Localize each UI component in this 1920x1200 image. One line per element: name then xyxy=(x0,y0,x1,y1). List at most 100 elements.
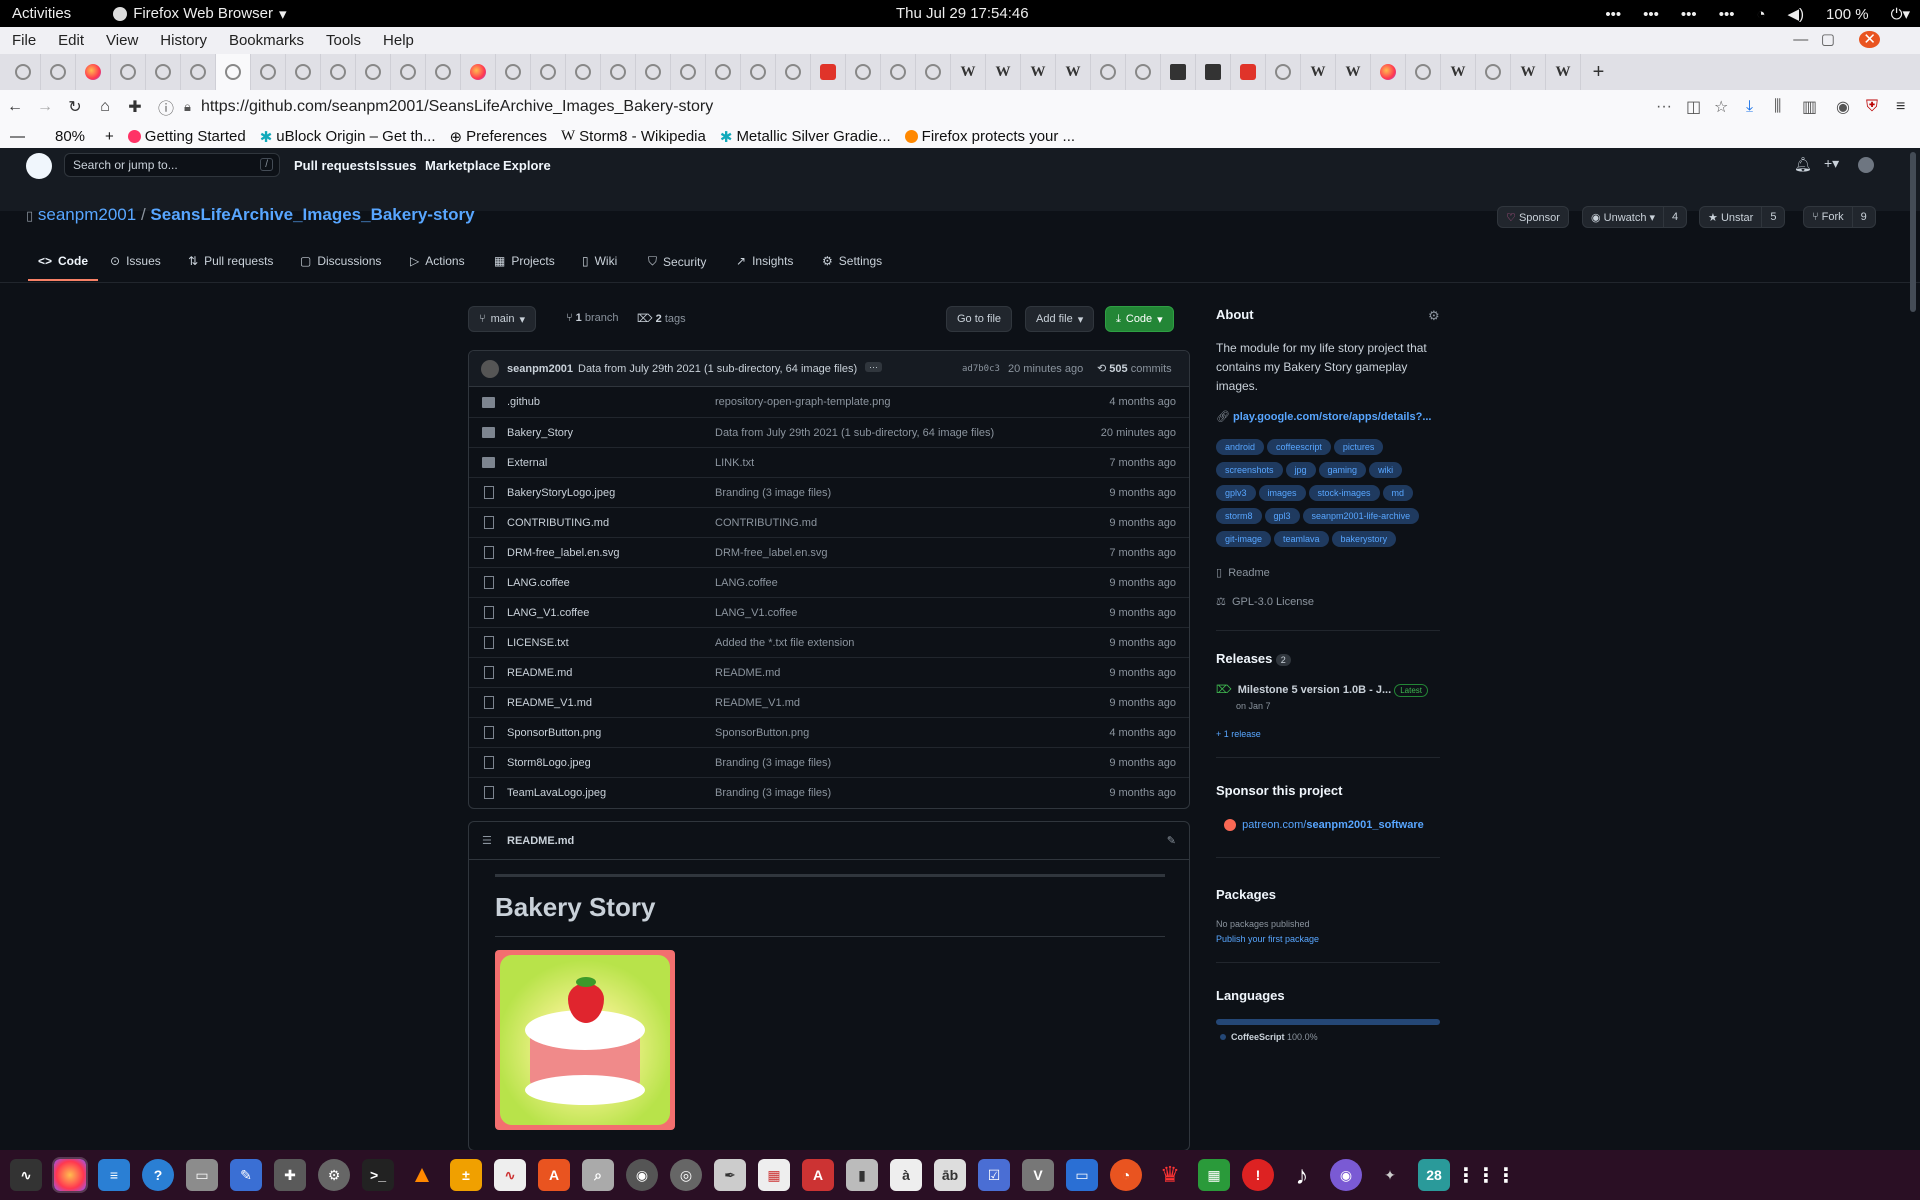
tab[interactable]: W xyxy=(1021,54,1056,90)
camera-icon[interactable]: ◉ xyxy=(1330,1159,1362,1191)
tab[interactable]: W xyxy=(1441,54,1476,90)
overflow-icon[interactable]: ••• xyxy=(1643,6,1659,23)
overflow-icon[interactable]: ••• xyxy=(1719,6,1735,23)
tab[interactable] xyxy=(1126,54,1161,90)
file-row[interactable]: DRM-free_label.en.svg DRM-free_label.en.s… xyxy=(469,537,1189,567)
menu-tools[interactable]: Tools xyxy=(326,32,361,49)
unwatch-button[interactable]: ◉ Unwatch ▾ 4 xyxy=(1582,206,1688,228)
tab-actions[interactable]: ▷ Actions xyxy=(410,254,465,268)
tab[interactable] xyxy=(391,54,426,90)
commit-expand-button[interactable]: ··· xyxy=(865,362,882,372)
file-name[interactable]: CONTRIBUTING.md xyxy=(507,517,609,529)
avatar[interactable] xyxy=(481,359,499,378)
homepage-link[interactable]: 🔗︎ play.google.com/store/apps/details?..… xyxy=(1216,410,1431,423)
tab[interactable] xyxy=(706,54,741,90)
menu-file[interactable]: File xyxy=(12,32,36,49)
firefox-icon[interactable] xyxy=(52,1157,88,1193)
tab-insights[interactable]: ↗ Insights xyxy=(736,254,793,268)
add-file-button[interactable]: Add file ▾ xyxy=(1025,306,1095,332)
spreadsheet-icon[interactable]: ▦ xyxy=(1198,1159,1230,1191)
gimp-icon[interactable]: ✦ xyxy=(1374,1159,1406,1191)
plus-icon[interactable]: +▾ xyxy=(1824,155,1839,172)
bookmark-storm8[interactable]: W Storm8 - Wikipedia xyxy=(561,128,706,145)
menu-help[interactable]: Help xyxy=(383,32,414,49)
bookmark-preferences[interactable]: ⊕ Preferences xyxy=(450,128,547,146)
fonts-icon[interactable]: āb xyxy=(934,1159,966,1191)
branches-link[interactable]: ⑂ 1 branch xyxy=(566,312,619,324)
url-text[interactable]: https://github.com/seanpm2001/SeansLifeA… xyxy=(201,98,713,116)
code-button[interactable]: ⤓ Code ▾ xyxy=(1105,306,1174,332)
tab[interactable] xyxy=(1406,54,1441,90)
tab[interactable] xyxy=(811,54,846,90)
tab[interactable] xyxy=(146,54,181,90)
repo-name[interactable]: SeansLifeArchive_Images_Bakery-story xyxy=(150,205,474,224)
tab[interactable] xyxy=(1091,54,1126,90)
tab[interactable] xyxy=(671,54,706,90)
topic-tag[interactable]: screenshots xyxy=(1216,462,1283,478)
archive-icon[interactable]: ▮ xyxy=(846,1159,878,1191)
tab[interactable]: W xyxy=(1301,54,1336,90)
window-controls[interactable]: — ▢ ✕ xyxy=(1793,30,1890,48)
file-name[interactable]: BakeryStoryLogo.jpeg xyxy=(507,487,615,499)
bookmark-metallic[interactable]: ✱ Metallic Silver Gradie... xyxy=(720,128,891,146)
activities-button[interactable]: Activities xyxy=(12,5,71,22)
topic-tag[interactable]: pictures xyxy=(1333,439,1384,455)
file-name[interactable]: LANG_V1.coffee xyxy=(507,607,589,619)
tab[interactable] xyxy=(601,54,636,90)
downloads-icon[interactable]: ⤓ xyxy=(1746,98,1753,116)
image-viewer-icon[interactable]: ⌕ xyxy=(582,1159,614,1191)
hamburger-menu-icon[interactable]: ≡ xyxy=(1896,98,1905,116)
zoom-out-button[interactable]: — xyxy=(10,128,25,145)
tab[interactable] xyxy=(461,54,496,90)
mario-icon[interactable]: ♛ xyxy=(1154,1159,1186,1191)
tab[interactable] xyxy=(321,54,356,90)
info-icon[interactable]: ⓘ xyxy=(158,95,174,119)
file-row[interactable]: Bakery_Story Data from July 29th 2021 (1 … xyxy=(469,417,1189,447)
file-row[interactable]: README_V1.md README_V1.md 9 months ago xyxy=(469,687,1189,717)
tab[interactable] xyxy=(251,54,286,90)
list-icon[interactable]: ☰ xyxy=(482,834,492,847)
vlc-icon[interactable]: ▲ xyxy=(406,1159,438,1191)
commit-author[interactable]: seanpm2001 xyxy=(507,363,573,375)
topic-tag[interactable]: md xyxy=(1382,485,1414,501)
tab[interactable] xyxy=(6,54,41,90)
file-commit-message[interactable]: repository-open-graph-template.png xyxy=(715,396,891,408)
file-row[interactable]: README.md README.md 9 months ago xyxy=(469,657,1189,687)
file-commit-message[interactable]: Branding (3 image files) xyxy=(715,487,831,499)
menu-history[interactable]: History xyxy=(160,32,207,49)
tab-projects[interactable]: ▦ Projects xyxy=(494,254,555,268)
url-bar[interactable]: ⓘ 🔒︎ https://github.com/seanpm2001/Seans… xyxy=(158,94,1638,120)
file-name[interactable]: SponsorButton.png xyxy=(507,727,601,739)
tab[interactable] xyxy=(846,54,881,90)
topic-tag[interactable]: storm8 xyxy=(1216,508,1262,524)
tab[interactable] xyxy=(636,54,671,90)
file-commit-message[interactable]: Data from July 29th 2021 (1 sub-director… xyxy=(715,427,994,439)
extension-icon[interactable]: ✚ xyxy=(274,1159,306,1191)
tab[interactable] xyxy=(1371,54,1406,90)
app-menu[interactable]: Firefox Web Browser ▾ xyxy=(113,5,286,23)
topic-tag[interactable]: coffeescript xyxy=(1267,439,1331,455)
topic-tag[interactable]: android xyxy=(1216,439,1265,455)
volume-icon[interactable]: ◀) xyxy=(1788,5,1805,23)
star-icon[interactable]: ☆ xyxy=(1714,97,1728,117)
menu-edit[interactable]: Edit xyxy=(58,32,84,49)
file-name[interactable]: README_V1.md xyxy=(507,697,592,709)
alert-icon[interactable]: ! xyxy=(1242,1159,1274,1191)
file-name[interactable]: External xyxy=(507,457,547,469)
topic-tag[interactable]: stock-images xyxy=(1308,485,1380,501)
packages-heading[interactable]: Packages xyxy=(1216,887,1276,902)
file-name[interactable]: Storm8Logo.jpeg xyxy=(507,757,591,769)
terminal-icon[interactable]: >_ xyxy=(362,1159,394,1191)
nav-pull-requests[interactable]: Pull requests xyxy=(294,158,376,173)
tab[interactable] xyxy=(1161,54,1196,90)
tab[interactable] xyxy=(1231,54,1266,90)
tab-wiki[interactable]: ▯ Wiki xyxy=(582,254,617,268)
files-icon[interactable]: ▭ xyxy=(186,1159,218,1191)
file-row[interactable]: .github repository-open-graph-template.pn… xyxy=(469,387,1189,417)
file-commit-message[interactable]: SponsorButton.png xyxy=(715,727,809,739)
zoom-in-button[interactable]: + xyxy=(105,128,114,145)
show-apps-icon[interactable]: ⋮⋮⋮ xyxy=(1456,1159,1516,1191)
inkscape-icon[interactable]: ✒ xyxy=(714,1159,746,1191)
tab[interactable] xyxy=(286,54,321,90)
overflow-icon[interactable]: ••• xyxy=(1605,6,1621,23)
